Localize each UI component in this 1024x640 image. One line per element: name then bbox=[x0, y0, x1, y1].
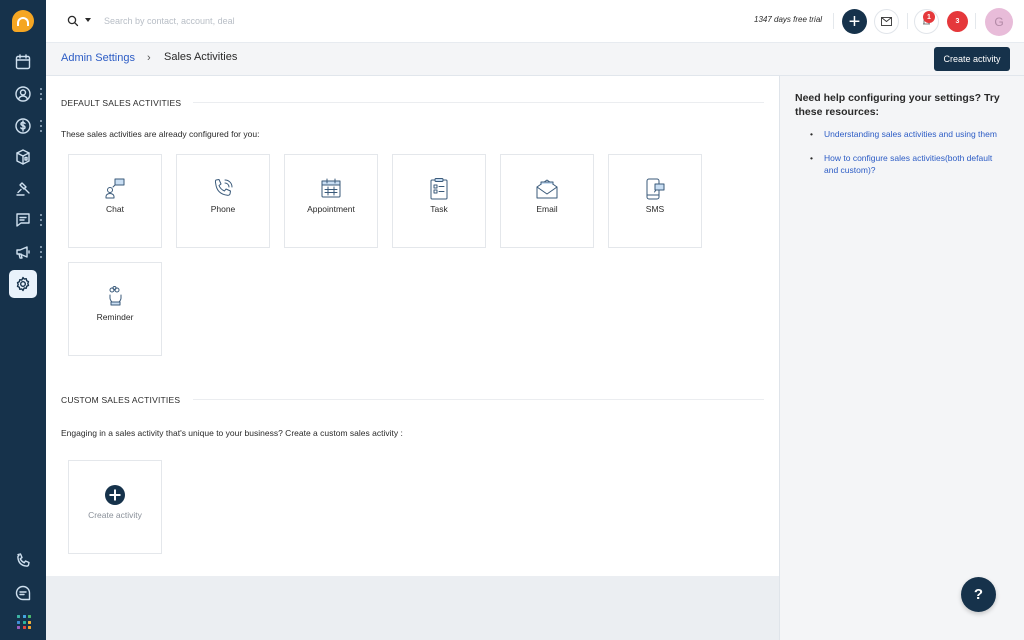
side-navigation bbox=[0, 0, 46, 640]
calendar-icon bbox=[15, 54, 31, 70]
default-section-title: DEFAULT SALES ACTIVITIES bbox=[61, 98, 182, 108]
top-bar: 1347 days free trial + 1 3 G bbox=[46, 0, 1024, 43]
contacts-more-icon[interactable] bbox=[40, 88, 43, 100]
deals-more-icon[interactable] bbox=[40, 120, 43, 132]
envelope-open-icon bbox=[536, 179, 558, 199]
search-icon[interactable] bbox=[66, 14, 80, 28]
contact-icon bbox=[15, 86, 31, 102]
activity-card-sms[interactable]: SMS bbox=[608, 154, 702, 248]
activity-card-reminder[interactable]: Reminder bbox=[68, 262, 162, 356]
apps-grid-dot bbox=[17, 626, 20, 629]
cube-icon bbox=[16, 149, 30, 165]
activity-label: Appointment bbox=[307, 204, 355, 214]
gear-icon bbox=[16, 276, 30, 292]
gavel-icon bbox=[16, 182, 30, 196]
divider bbox=[975, 13, 976, 29]
section-divider bbox=[193, 399, 764, 400]
help-link-understanding[interactable]: Understanding sales activities and using… bbox=[824, 129, 997, 139]
clipboard-icon bbox=[430, 178, 448, 200]
global-search-input[interactable] bbox=[104, 11, 404, 31]
divider bbox=[907, 13, 908, 29]
create-custom-activity-card[interactable]: Create activity bbox=[68, 460, 162, 554]
search-scope-dropdown-icon[interactable] bbox=[85, 18, 91, 22]
help-link-configure[interactable]: How to configure sales activities(both d… bbox=[824, 153, 992, 175]
chat-person-icon bbox=[105, 178, 125, 199]
custom-section-title: CUSTOM SALES ACTIVITIES bbox=[61, 395, 181, 405]
plus-circle-icon bbox=[105, 485, 125, 505]
activity-label: Phone bbox=[210, 204, 236, 214]
help-button[interactable]: ? bbox=[961, 577, 996, 612]
phone-icon bbox=[214, 179, 233, 196]
nav-contacts[interactable] bbox=[9, 80, 37, 108]
breadcrumb-chevron-icon: › bbox=[147, 52, 151, 64]
page-header: Admin Settings › Sales Activities Create… bbox=[46, 43, 1024, 76]
activity-label: Task bbox=[430, 204, 448, 214]
chat-bubble-icon bbox=[15, 585, 31, 601]
quick-add-button[interactable]: + bbox=[842, 9, 867, 34]
chat-icon bbox=[16, 213, 30, 227]
nav-products[interactable] bbox=[9, 143, 37, 171]
activity-card-email[interactable]: Email bbox=[500, 154, 594, 248]
notification-count-badge: 1 bbox=[923, 11, 935, 23]
envelope-icon bbox=[881, 17, 892, 26]
help-link-item: How to configure sales activities(both d… bbox=[810, 152, 1000, 176]
trial-status: 1347 days free trial bbox=[754, 15, 823, 24]
email-button[interactable] bbox=[874, 9, 899, 34]
activity-label: Email bbox=[536, 204, 558, 214]
nav-calendar[interactable] bbox=[9, 48, 37, 76]
create-activity-button[interactable]: Create activity bbox=[934, 47, 1010, 71]
activity-label: Reminder bbox=[96, 312, 134, 322]
dollar-icon bbox=[15, 118, 31, 134]
help-link-item: Understanding sales activities and using… bbox=[810, 128, 1000, 140]
activity-label: Chat bbox=[106, 204, 124, 214]
apps-grid-dot bbox=[28, 615, 31, 618]
alerts-count-button[interactable]: 3 bbox=[947, 11, 968, 32]
campaigns-more-icon[interactable] bbox=[40, 246, 43, 258]
apps-grid-dot bbox=[22, 626, 26, 629]
apps-grid-icon[interactable] bbox=[17, 615, 31, 629]
breadcrumb-admin-settings[interactable]: Admin Settings bbox=[61, 52, 135, 64]
apps-grid-dot bbox=[17, 620, 20, 624]
nav-cpq[interactable] bbox=[9, 175, 37, 203]
nav-phone[interactable] bbox=[9, 547, 37, 575]
apps-grid-dot bbox=[17, 615, 20, 618]
main-content: DEFAULT SALES ACTIVITIES These sales act… bbox=[46, 76, 779, 576]
phone-icon bbox=[17, 553, 30, 567]
plus-icon: + bbox=[848, 10, 861, 33]
activity-card-phone[interactable]: Phone bbox=[176, 154, 270, 248]
apps-grid-dot bbox=[28, 620, 31, 624]
section-divider bbox=[193, 102, 764, 103]
mobile-message-icon bbox=[646, 178, 665, 200]
nav-chat[interactable] bbox=[9, 579, 37, 607]
nav-deals[interactable] bbox=[9, 112, 37, 140]
nav-settings[interactable] bbox=[9, 270, 37, 298]
apps-grid-dot bbox=[22, 615, 26, 618]
custom-section-description: Engaging in a sales activity that's uniq… bbox=[61, 428, 403, 438]
app-logo[interactable] bbox=[12, 10, 34, 32]
apps-grid-dot bbox=[28, 626, 31, 629]
main-footer-area bbox=[46, 576, 779, 640]
divider bbox=[833, 13, 834, 29]
finger-string-icon bbox=[109, 286, 122, 306]
nav-conversations[interactable] bbox=[9, 206, 37, 234]
calendar-icon bbox=[321, 178, 341, 198]
conversations-more-icon[interactable] bbox=[40, 214, 43, 226]
help-links: Understanding sales activities and using… bbox=[810, 128, 1000, 188]
megaphone-icon bbox=[16, 246, 30, 259]
activity-card-chat[interactable]: Chat bbox=[68, 154, 162, 248]
help-title: Need help configuring your settings? Try… bbox=[795, 92, 1000, 118]
create-activity-label: Create activity bbox=[88, 510, 142, 520]
activity-card-task[interactable]: Task bbox=[392, 154, 486, 248]
help-panel: Need help configuring your settings? Try… bbox=[779, 76, 1024, 640]
default-section-description: These sales activities are already confi… bbox=[61, 129, 260, 139]
page-title: Sales Activities bbox=[164, 51, 238, 63]
user-avatar[interactable]: G bbox=[985, 8, 1013, 36]
nav-campaigns[interactable] bbox=[9, 238, 37, 266]
apps-grid-dot bbox=[22, 620, 26, 624]
activity-label: SMS bbox=[645, 204, 665, 214]
activity-card-appointment[interactable]: Appointment bbox=[284, 154, 378, 248]
